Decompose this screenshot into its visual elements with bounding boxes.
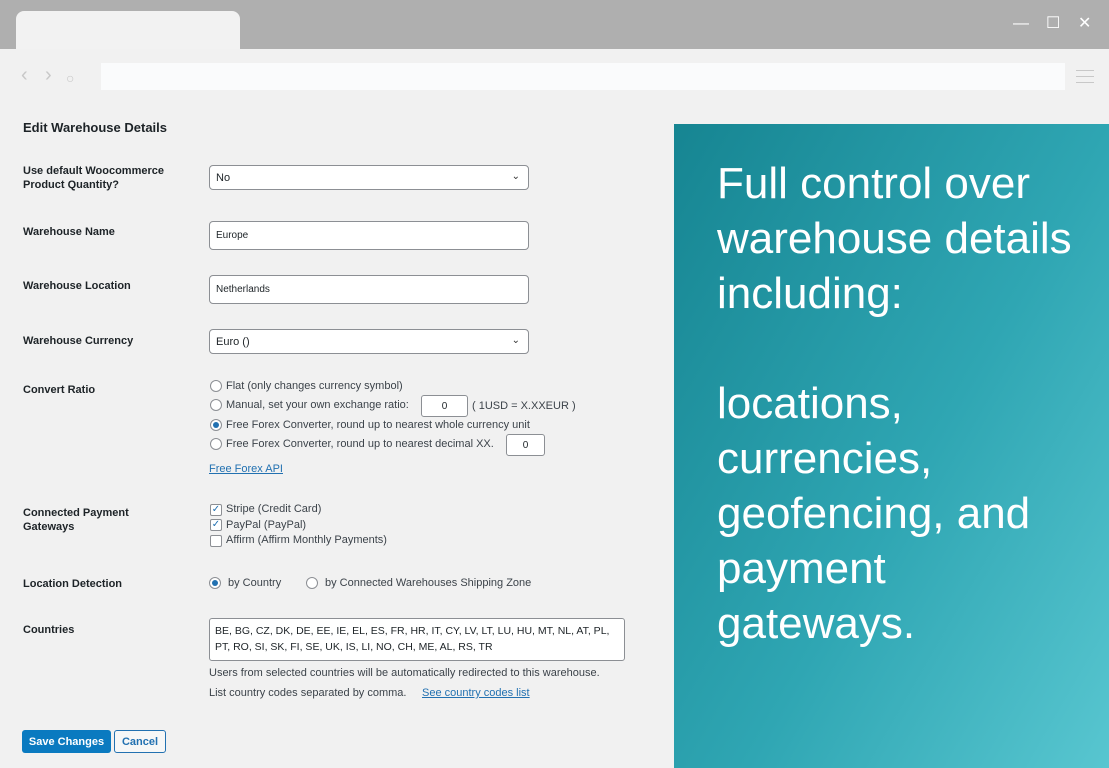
- convert-whole-label: Free Forex Converter, round up to neares…: [226, 419, 530, 431]
- countries-help: Users from selected countries will be au…: [209, 667, 600, 679]
- close-icon[interactable]: ✕: [1078, 14, 1091, 34]
- cancel-button[interactable]: Cancel: [114, 730, 166, 753]
- default-qty-select[interactable]: No ⌄: [209, 165, 529, 190]
- country-codes-link[interactable]: See country codes list: [422, 687, 530, 699]
- minimize-icon[interactable]: —: [1013, 14, 1029, 34]
- default-qty-label: Use default Woocommerce Product Quantity…: [23, 165, 165, 191]
- forward-icon[interactable]: ›: [45, 64, 52, 87]
- paypal-label: PayPal (PayPal): [226, 519, 307, 531]
- manual-ratio-suffix: ( 1USD = X.XXEUR ): [472, 400, 576, 412]
- paypal-checkbox[interactable]: ✓: [210, 519, 222, 531]
- stripe-checkbox[interactable]: ✓: [210, 504, 222, 516]
- browser-tab[interactable]: [16, 11, 240, 49]
- affirm-label: Affirm (Affirm Monthly Payments): [226, 534, 387, 546]
- convert-flat-label: Flat (only changes currency symbol): [226, 380, 403, 392]
- chevron-down-icon: ⌄: [511, 335, 520, 346]
- stripe-label: Stripe (Credit Card): [226, 503, 322, 515]
- promo-headline: Full control over warehouse details incl…: [717, 159, 1072, 318]
- convert-ratio-label: Convert Ratio: [23, 384, 96, 396]
- back-icon[interactable]: ‹: [21, 64, 28, 87]
- warehouse-location-label: Warehouse Location: [23, 280, 131, 292]
- warehouse-name-input[interactable]: Europe: [209, 221, 529, 250]
- convert-manual-radio[interactable]: [210, 399, 222, 411]
- default-qty-value: No: [216, 171, 231, 184]
- countries-textarea[interactable]: BE, BG, CZ, DK, DE, EE, IE, EL, ES, FR, …: [209, 618, 625, 661]
- location-detection-label: Location Detection: [23, 578, 123, 590]
- by-country-radio[interactable]: [209, 577, 221, 589]
- address-bar[interactable]: [101, 63, 1065, 90]
- convert-flat-radio[interactable]: [210, 380, 222, 392]
- countries-label: Countries: [23, 624, 75, 636]
- convert-whole-radio[interactable]: [210, 419, 222, 431]
- convert-manual-label: Manual, set your own exchange ratio:: [226, 399, 409, 411]
- warehouse-currency-select[interactable]: Euro () ⌄: [209, 329, 529, 354]
- convert-decimal-label: Free Forex Converter, round up to neares…: [226, 438, 494, 450]
- menu-icon[interactable]: [1076, 70, 1094, 88]
- browser-titlebar: — ☐ ✕: [0, 0, 1109, 49]
- by-country-label: by Country: [228, 577, 282, 589]
- maximize-icon[interactable]: ☐: [1046, 14, 1060, 34]
- payment-gateways-label: Connected Payment Gateways: [23, 507, 129, 533]
- manual-ratio-input[interactable]: 0: [421, 395, 468, 417]
- by-shipping-zone-radio[interactable]: [306, 577, 318, 589]
- warehouse-currency-label: Warehouse Currency: [23, 335, 134, 347]
- promo-features: locations, currencies, geofencing, and p…: [717, 379, 1031, 648]
- countries-help-2: List country codes separated by comma.: [209, 687, 407, 699]
- decimal-input[interactable]: 0: [506, 434, 545, 456]
- chevron-down-icon: ⌄: [511, 171, 520, 182]
- warehouse-name-label: Warehouse Name: [23, 226, 115, 238]
- page-title: Edit Warehouse Details: [23, 120, 167, 135]
- currency-value: Euro (): [216, 335, 250, 348]
- reload-icon[interactable]: ○: [66, 70, 74, 86]
- save-changes-button[interactable]: Save Changes: [22, 730, 111, 753]
- promo-panel: Full control over warehouse details incl…: [674, 124, 1109, 768]
- by-shipping-zone-label: by Connected Warehouses Shipping Zone: [325, 577, 532, 589]
- affirm-checkbox[interactable]: [210, 535, 222, 547]
- warehouse-location-input[interactable]: Netherlands: [209, 275, 529, 304]
- free-forex-api-link[interactable]: Free Forex API: [209, 463, 283, 475]
- convert-decimal-radio[interactable]: [210, 438, 222, 450]
